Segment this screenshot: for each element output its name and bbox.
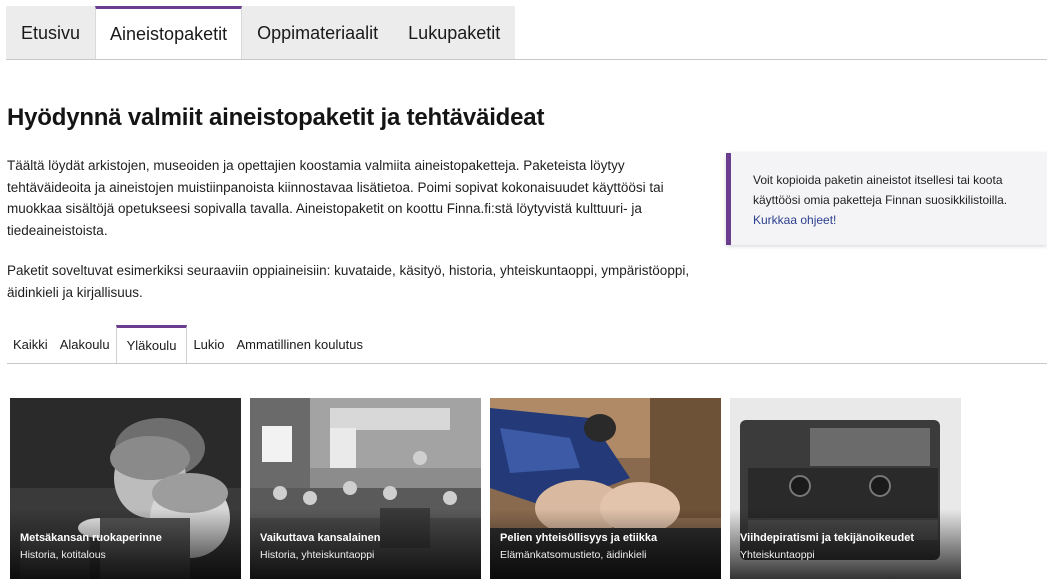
tab-etusivu[interactable]: Etusivu [6, 6, 96, 59]
tab-ylakoulu[interactable]: Yläkoulu [115, 325, 188, 364]
package-card[interactable]: Metsäkansan ruokaperinne Historia, kotit… [10, 398, 241, 579]
level-tabs: Kaikki Alakoulu Yläkoulu Lukio Ammatilli… [7, 325, 369, 364]
level-tabs-divider [7, 363, 1047, 364]
info-box: Voit kopioida paketin aineistot itselles… [726, 153, 1047, 245]
subjects-paragraph: Paketit soveltuvat esimerkiksi seuraavii… [7, 263, 690, 300]
card-subjects: Yhteiskuntaoppi [740, 549, 815, 561]
card-title: Metsäkansan ruokaperinne [20, 532, 162, 544]
tab-alakoulu[interactable]: Alakoulu [54, 325, 116, 364]
card-title: Viihdepiratismi ja tekijänoikeudet [740, 532, 915, 544]
main-tabs: Etusivu Aineistopaketit Oppimateriaalit … [6, 6, 516, 60]
package-card[interactable]: Vaikuttava kansalainen Historia, yhteisk… [250, 398, 481, 579]
card-subjects: Historia, kotitalous [20, 549, 106, 561]
tabs-divider [6, 59, 1047, 60]
package-card[interactable]: Pelien yhteisöllisyys ja etiikka Elämänk… [490, 398, 721, 579]
package-cards: Metsäkansan ruokaperinne Historia, kotit… [10, 398, 970, 579]
card-gradient [250, 509, 481, 579]
card-title: Pelien yhteisöllisyys ja etiikka [500, 532, 658, 544]
tab-ammatillinen-koulutus[interactable]: Ammatillinen koulutus [231, 325, 369, 364]
instructions-link[interactable]: Kurkkaa ohjeet! [753, 213, 836, 227]
tab-lukupaketit[interactable]: Lukupaketit [393, 6, 516, 59]
tab-aineistopaketit[interactable]: Aineistopaketit [95, 6, 243, 60]
package-card[interactable]: Viihdepiratismi ja tekijänoikeudet Yhtei… [730, 398, 961, 579]
tab-kaikki[interactable]: Kaikki [7, 325, 54, 364]
info-text: Voit kopioida paketin aineistot itselles… [753, 173, 1008, 207]
card-gradient [730, 509, 961, 579]
card-subjects: Historia, yhteiskuntaoppi [260, 549, 375, 561]
card-gradient [490, 509, 721, 579]
card-subjects: Elämänkatsomustieto, äidinkieli [500, 549, 647, 561]
page-title: Hyödynnä valmiit aineistopaketit ja teht… [7, 104, 545, 131]
tab-lukio[interactable]: Lukio [187, 325, 230, 364]
card-gradient [10, 509, 241, 579]
tab-oppimateriaalit[interactable]: Oppimateriaalit [242, 6, 394, 59]
intro-paragraph: Täältä löydät arkistojen, museoiden ja o… [7, 158, 664, 238]
card-title: Vaikuttava kansalainen [260, 532, 381, 544]
